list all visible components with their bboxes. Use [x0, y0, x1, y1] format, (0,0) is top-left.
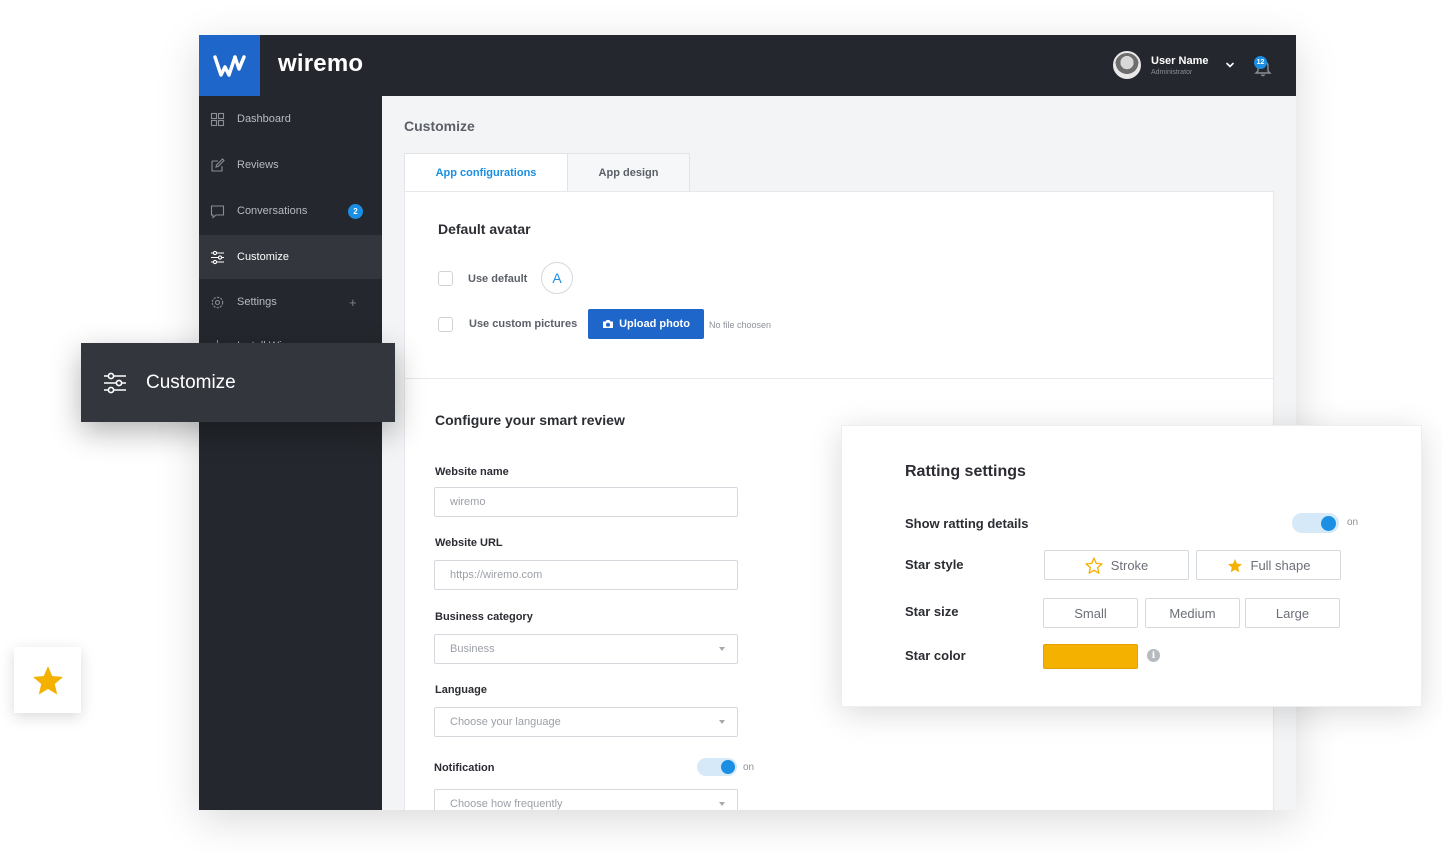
user-role: Administrator	[1151, 69, 1193, 76]
sidebar-item-settings[interactable]: Settings +	[199, 280, 382, 324]
tab-app-design[interactable]: App design	[567, 153, 690, 192]
conversations-badge: 2	[348, 203, 363, 219]
rating-settings-title: Ratting settings	[905, 463, 1026, 480]
notification-toggle[interactable]	[697, 758, 737, 776]
expand-plus-icon[interactable]: +	[349, 295, 357, 310]
star-style-stroke-label: Stroke	[1110, 557, 1149, 573]
user-name[interactable]: User Name	[1151, 55, 1208, 67]
star-size-large-button[interactable]: Large	[1245, 598, 1340, 628]
top-bar: wiremo User Name Administrator 12	[199, 35, 1296, 96]
page-title: Customize	[404, 118, 475, 134]
caret-down-icon	[719, 647, 725, 651]
no-file-text: No file choosen	[709, 320, 772, 330]
sidebar-item-label: Dashboard	[237, 113, 291, 125]
business-category-label: Business category	[435, 611, 533, 623]
sliders-icon	[211, 250, 224, 264]
star-filled-icon	[1227, 558, 1242, 572]
star-color-label: Star color	[905, 648, 966, 663]
sidebar-item-label: Reviews	[237, 159, 279, 171]
use-default-label: Use default	[468, 273, 528, 285]
grid-icon	[210, 112, 225, 126]
upload-photo-label: Upload photo	[619, 318, 690, 330]
show-details-toggle-state: on	[1347, 517, 1359, 528]
star-size-medium-button[interactable]: Medium	[1145, 598, 1240, 628]
customize-highlight-card[interactable]: Customize	[81, 343, 395, 422]
default-avatar-title: Default avatar	[438, 221, 531, 237]
logo[interactable]	[199, 35, 260, 96]
default-avatar-preview: A	[541, 262, 573, 294]
star-filled-icon	[32, 666, 63, 695]
star-tile	[14, 647, 81, 713]
brand-name: wiremo	[278, 50, 364, 77]
star-style-label: Star style	[905, 557, 964, 572]
star-outline-icon	[1085, 556, 1103, 574]
star-color-swatch[interactable]	[1043, 644, 1138, 669]
show-details-label: Show ratting details	[905, 516, 1029, 531]
avatar[interactable]	[1113, 51, 1141, 79]
sidebar-item-dashboard[interactable]: Dashboard	[199, 97, 382, 141]
show-details-toggle[interactable]	[1292, 513, 1339, 533]
notification-frequency-value: Choose how frequently	[450, 798, 563, 810]
notification-toggle-state: on	[743, 762, 755, 773]
star-style-full-button[interactable]: Full shape	[1196, 550, 1341, 580]
customize-highlight-label: Customize	[146, 372, 236, 393]
website-url-label: Website URL	[435, 537, 503, 549]
sidebar-item-reviews[interactable]: Reviews	[199, 143, 382, 187]
website-url-input[interactable]: https://wiremo.com	[434, 560, 738, 590]
info-icon[interactable]: i	[1147, 649, 1160, 662]
use-default-checkbox[interactable]	[438, 271, 453, 286]
language-value: Choose your language	[450, 716, 561, 728]
business-category-select[interactable]: Business	[434, 634, 738, 664]
camera-icon	[603, 320, 614, 328]
gear-icon	[211, 296, 224, 308]
sidebar-item-conversations[interactable]: Conversations 2	[199, 189, 382, 233]
notification-frequency-select[interactable]: Choose how frequently	[434, 789, 738, 810]
sidebar: Dashboard Reviews Conversations 2 Custom…	[199, 96, 382, 810]
notification-badge: 12	[1254, 56, 1267, 69]
star-size-label: Star size	[905, 604, 959, 619]
wiremo-logo-icon	[212, 54, 246, 77]
sliders-icon	[104, 372, 126, 394]
edit-icon	[211, 157, 225, 172]
caret-down-icon	[719, 720, 725, 724]
chevron-down-icon[interactable]	[1223, 58, 1237, 72]
upload-photo-button[interactable]: Upload photo	[588, 309, 704, 339]
website-name-label: Website name	[435, 466, 509, 478]
use-custom-label: Use custom pictures	[469, 318, 578, 330]
caret-down-icon	[719, 802, 725, 806]
section-divider	[405, 378, 1273, 379]
notification-label: Notification	[434, 762, 495, 774]
star-style-stroke-button[interactable]: Stroke	[1044, 550, 1189, 580]
rating-settings-card: Ratting settings Show ratting details on…	[841, 425, 1422, 707]
sidebar-item-label: Conversations	[237, 205, 308, 217]
smart-review-title: Configure your smart review	[435, 412, 625, 428]
chat-icon	[210, 204, 225, 219]
language-label: Language	[435, 684, 487, 696]
sidebar-item-label: Settings	[237, 296, 277, 308]
tab-app-configurations[interactable]: App configurations	[404, 153, 568, 192]
business-category-value: Business	[450, 643, 495, 655]
sidebar-item-label: Customize	[237, 251, 289, 263]
website-name-input[interactable]: wiremo	[434, 487, 738, 517]
language-select[interactable]: Choose your language	[434, 707, 738, 737]
sidebar-item-customize[interactable]: Customize	[199, 235, 382, 279]
star-style-full-label: Full shape	[1250, 557, 1311, 573]
star-size-small-button[interactable]: Small	[1043, 598, 1138, 628]
use-custom-checkbox[interactable]	[438, 317, 453, 332]
